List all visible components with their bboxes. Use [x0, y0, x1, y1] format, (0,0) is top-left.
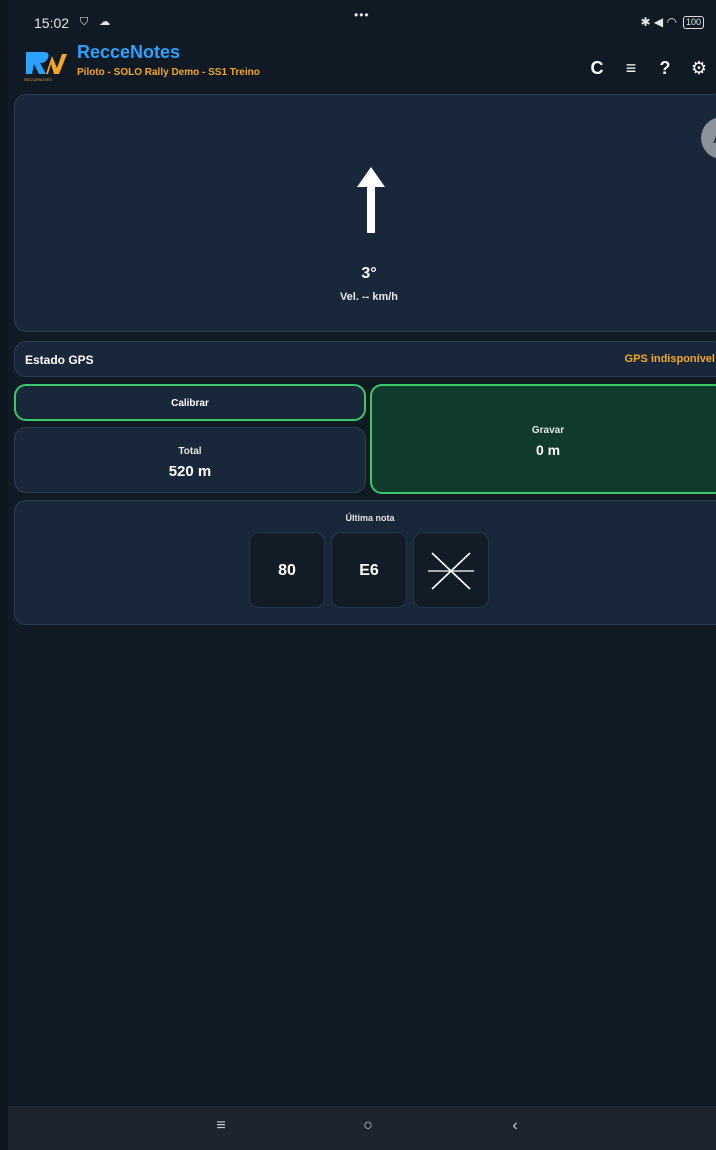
note-tile-cross[interactable]: [413, 532, 489, 608]
last-note-card: Última nota 80 E6: [14, 500, 716, 625]
record-value: 0 m: [535, 442, 561, 458]
cross-icon: [428, 552, 474, 590]
total-distance-card: Total 520 m: [14, 427, 366, 493]
nav-home-icon[interactable]: ○: [353, 1117, 383, 1135]
app-subtitle: Piloto - SOLO Rally Demo - SS1 Treino: [77, 67, 260, 78]
app-logo-icon: RECCENOTES: [24, 52, 67, 82]
list-icon[interactable]: ≡: [614, 54, 648, 82]
total-label: Total: [178, 446, 202, 457]
heading-arrow-icon: [357, 167, 385, 233]
help-icon[interactable]: ?: [648, 54, 682, 82]
gps-status-card: Estado GPS GPS indisponível: [14, 341, 716, 377]
last-note-label: Última nota: [345, 513, 395, 523]
note-tile-corner[interactable]: E6: [331, 532, 407, 608]
nav-back-icon[interactable]: ‹: [500, 1117, 530, 1135]
record-button[interactable]: Gravar 0 m: [370, 384, 716, 494]
status-bar: 15:02 ⛉ ☁ ••• ✱ ◀ ◠ 100: [8, 0, 716, 34]
app-title: RecceNotes: [77, 42, 181, 62]
status-system-icons: ✱ ◀ ◠: [640, 15, 677, 29]
app-bar: RECCENOTES RecceNotes Piloto - SOLO Rall…: [8, 38, 716, 88]
settings-icon[interactable]: ⚙: [682, 54, 716, 82]
status-notification-icons: ⛉ ☁: [80, 16, 115, 28]
gps-status-value: GPS indisponível: [624, 353, 715, 365]
system-nav-bar: ≡ ○ ‹: [8, 1106, 716, 1150]
nav-menu-icon[interactable]: ≡: [206, 1117, 236, 1135]
side-action-button[interactable]: A: [701, 117, 716, 159]
note-tile-distance[interactable]: 80: [249, 532, 325, 608]
refresh-icon[interactable]: C: [580, 54, 614, 82]
total-value: 520 m: [168, 463, 212, 480]
calibrate-label: Calibrar: [171, 398, 209, 409]
heading-value: 3°: [361, 265, 377, 282]
compass-card: 3° Vel. -- km/h A: [14, 94, 716, 332]
speed-value: Vel. -- km/h: [339, 291, 399, 303]
toolbar-actions: C ≡ ? ⚙: [580, 54, 716, 82]
battery-icon: 100: [682, 15, 704, 29]
calibrate-button[interactable]: Calibrar: [14, 384, 366, 421]
status-more-dots: •••: [354, 8, 370, 22]
status-time: 15:02: [34, 15, 70, 31]
record-label: Gravar: [531, 425, 565, 436]
app-frame: 15:02 ⛉ ☁ ••• ✱ ◀ ◠ 100 RECCENOTES Recce…: [8, 0, 716, 1150]
gps-status-label: Estado GPS: [25, 353, 94, 367]
logo-caption: RECCENOTES: [24, 77, 52, 82]
status-right-icons: ✱ ◀ ◠ 100: [641, 15, 704, 29]
